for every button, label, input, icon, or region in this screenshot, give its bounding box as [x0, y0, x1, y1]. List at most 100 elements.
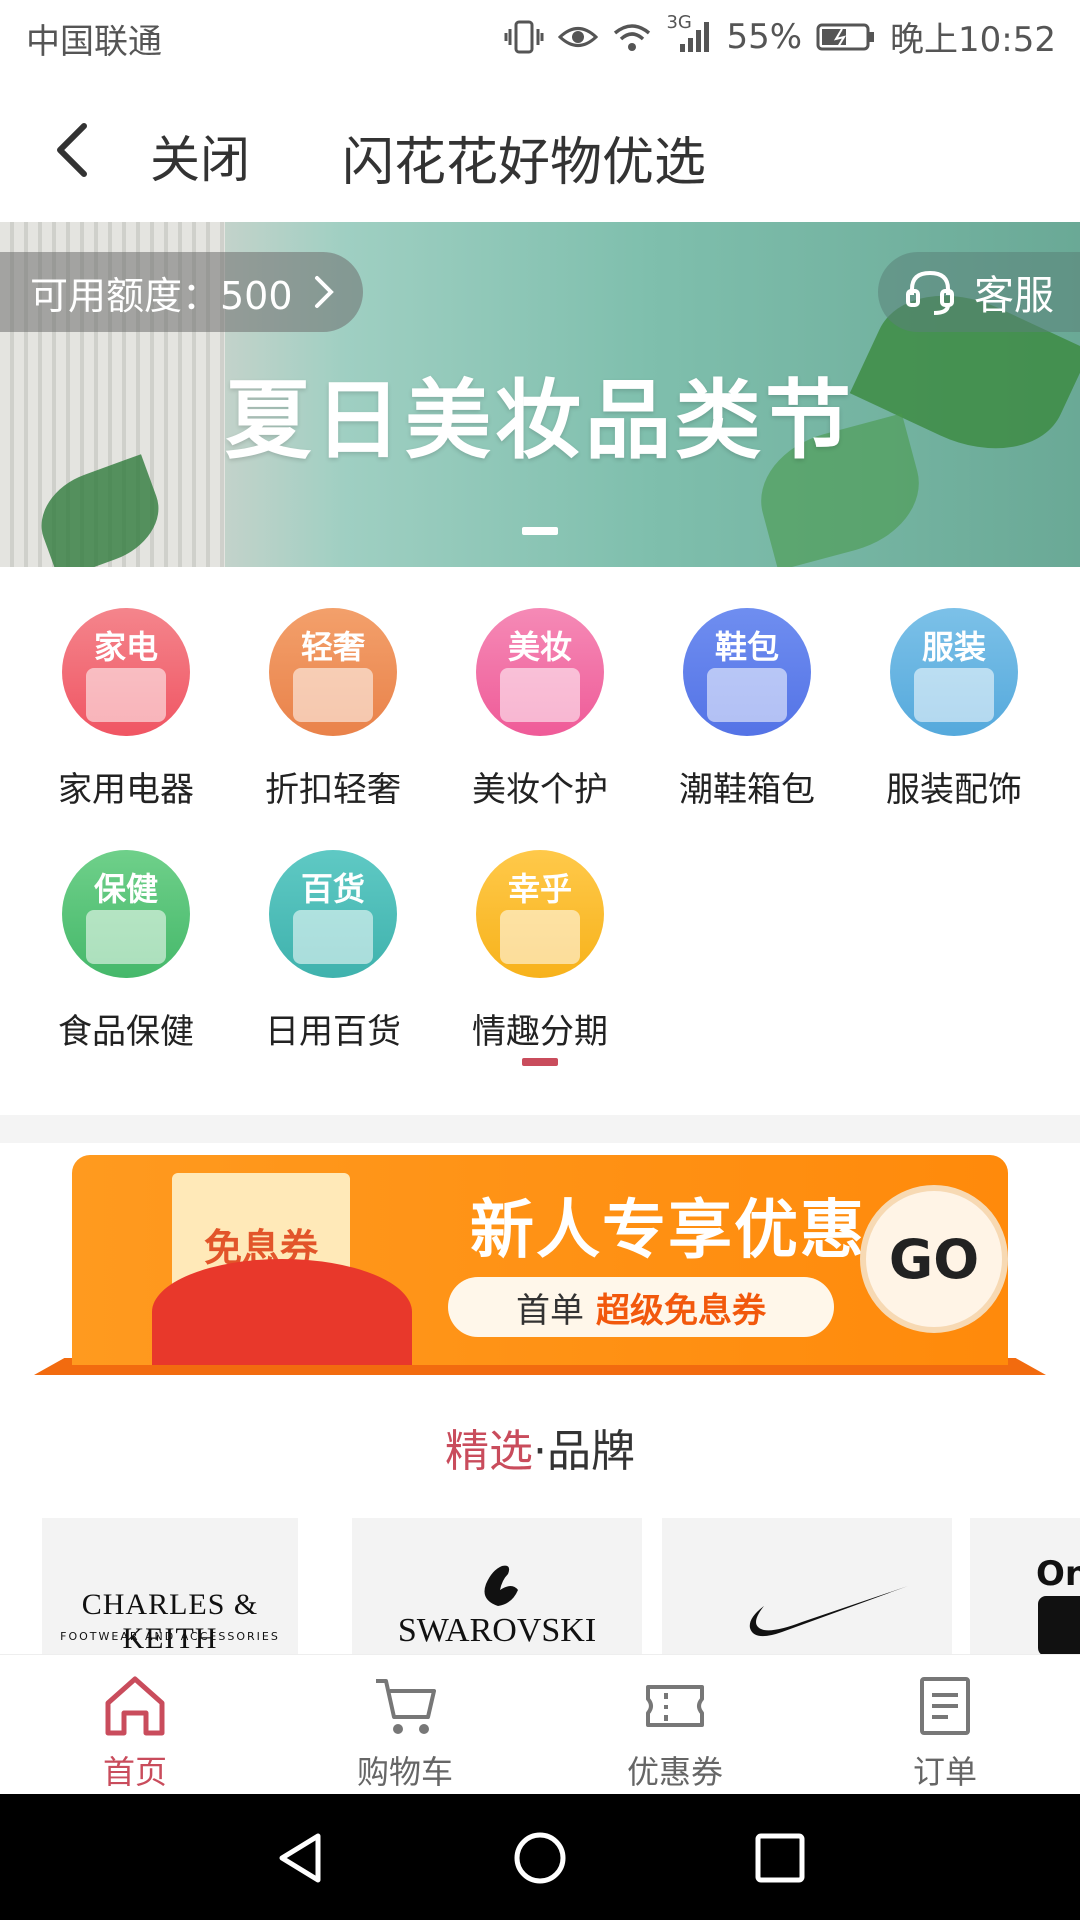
nav-home[interactable]: 首页 [0, 1655, 270, 1795]
wifi-icon [614, 23, 651, 51]
brands-heading-highlight: 精选 [445, 1426, 533, 1477]
brand-card-nike[interactable] [662, 1518, 952, 1654]
product-thumbnail [293, 910, 373, 964]
vibrate-icon [504, 20, 544, 53]
system-home-icon[interactable] [512, 1830, 568, 1886]
nav-orders[interactable]: 订单 [810, 1655, 1080, 1795]
category-icon: 家电 [62, 608, 190, 736]
home-icon [105, 1676, 165, 1736]
category-label: 情趣分期 [472, 1012, 608, 1052]
battery-icon [816, 23, 875, 50]
headset-icon [906, 270, 954, 315]
category-item[interactable]: 鞋包 潮鞋箱包 [657, 608, 837, 810]
product-thumbnail [500, 668, 580, 722]
brand-logo-block [1038, 1596, 1080, 1654]
coupon-icon [646, 1685, 704, 1727]
product-thumbnail [914, 668, 994, 722]
brands-heading-rest: ·品牌 [533, 1426, 635, 1477]
category-badge: 家电 [93, 628, 158, 666]
cart-icon [376, 1679, 436, 1734]
category-item[interactable]: 家电 家用电器 [36, 608, 216, 810]
signal-icon: 3G [666, 12, 712, 54]
status-icons: 3G 55% 晚上10:52 [504, 12, 1056, 61]
product-thumbnail [707, 668, 787, 722]
category-label: 服装配饰 [886, 770, 1022, 810]
customer-service-button[interactable]: 客服 [878, 252, 1080, 332]
category-label: 家用电器 [58, 770, 194, 810]
promo-heading: 新人专享优惠 [470, 1194, 866, 1268]
promo-subtitle-highlight: 超级免息券 [596, 1290, 766, 1331]
swan-logo-icon [484, 1565, 518, 1606]
nav-home-label: 首页 [102, 1753, 167, 1791]
category-badge: 轻奢 [300, 628, 365, 666]
battery-percent: 55% [726, 16, 803, 57]
category-icon: 轻奢 [269, 608, 397, 736]
nav-coupons[interactable]: 优惠券 [540, 1655, 810, 1795]
brand-card-charles-keith[interactable]: CHARLES & KEITH FOOTWEAR AND ACCESSORIES [42, 1518, 298, 1654]
go-button[interactable]: GO [860, 1185, 1008, 1333]
category-label: 食品保健 [58, 1012, 194, 1052]
carrier-name: 中国联通 [26, 22, 162, 62]
carousel-indicator [522, 527, 558, 535]
red-envelope-icon [152, 1259, 412, 1365]
order-icon [920, 1677, 970, 1735]
back-arrow-icon[interactable] [48, 118, 96, 182]
bottom-navigation: 首页 购物车 优惠券 订单 [0, 1654, 1080, 1795]
brands-heading: 精选·品牌 [0, 1415, 1080, 1479]
category-badge: 服装 [921, 628, 986, 666]
category-icon: 服装 [890, 608, 1018, 736]
category-badge: 百货 [300, 870, 365, 908]
category-page-indicator [522, 1058, 558, 1066]
brand-name: On [1036, 1554, 1080, 1594]
brand-card-swarovski[interactable]: SWAROVSKI [352, 1518, 642, 1654]
category-icon: 美妆 [476, 608, 604, 736]
category-label: 日用百货 [265, 1012, 401, 1052]
category-label: 折扣轻奢 [265, 770, 401, 810]
category-item[interactable]: 百货 日用百货 [243, 850, 423, 1052]
category-icon: 保健 [62, 850, 190, 978]
category-icon: 鞋包 [683, 608, 811, 736]
category-label: 美妆个护 [472, 770, 608, 810]
category-icon: 百货 [269, 850, 397, 978]
category-item[interactable]: 服装 服装配饰 [864, 608, 1044, 810]
brand-card-on[interactable]: On [970, 1518, 1080, 1654]
category-label: 潮鞋箱包 [679, 770, 815, 810]
banner-title: 夏日美妆品类节 [225, 371, 855, 471]
eye-icon [558, 26, 599, 47]
category-item[interactable]: 美妆 美妆个护 [450, 608, 630, 810]
chevron-right-icon [314, 276, 334, 308]
credit-limit-label: 可用额度：500 [30, 273, 293, 318]
category-item[interactable]: 轻奢 折扣轻奢 [243, 608, 423, 810]
nav-coupons-label: 优惠券 [626, 1753, 723, 1791]
category-badge: 幸乎 [507, 870, 572, 908]
category-item[interactable]: 保健 食品保健 [36, 850, 216, 1052]
nav-cart[interactable]: 购物车 [270, 1655, 540, 1795]
clock: 晚上10:52 [890, 20, 1056, 60]
system-back-icon[interactable] [274, 1830, 326, 1886]
category-item[interactable]: 幸乎 情趣分期 [450, 850, 630, 1052]
system-recents-icon[interactable] [754, 1832, 806, 1884]
brand-tagline: FOOTWEAR AND ACCESSORIES [60, 1630, 280, 1643]
new-user-promo-banner[interactable]: 免息券 新人专享优惠 首单 超级免息券 GO [34, 1155, 1046, 1375]
status-bar: 中国联通 3G 55% 晚上10:52 [0, 0, 1080, 78]
credit-limit-pill[interactable]: 可用额度：500 [0, 252, 363, 332]
promo-banner[interactable]: 可用额度：500 客服 夏日美妆品类节 [0, 222, 1080, 567]
brand-name: CHARLES & KEITH [81, 1588, 259, 1654]
section-divider [0, 1115, 1080, 1143]
promo-card: 免息券 新人专享优惠 首单 超级免息券 GO [72, 1155, 1008, 1365]
customer-service-label: 客服 [974, 273, 1054, 319]
promo-subtitle: 首单 超级免息券 [448, 1277, 834, 1337]
promo-subtitle-plain: 首单 [516, 1290, 584, 1331]
category-badge: 美妆 [507, 628, 572, 666]
nav-orders-label: 订单 [912, 1753, 977, 1791]
brand-name: SWAROVSKI [397, 1612, 597, 1649]
category-icon: 幸乎 [476, 850, 604, 978]
nike-swoosh-logo-icon [749, 1586, 908, 1637]
product-thumbnail [293, 668, 373, 722]
close-button[interactable]: 关闭 [150, 120, 250, 192]
category-badge: 鞋包 [714, 628, 779, 666]
product-thumbnail [86, 910, 166, 964]
category-badge: 保健 [93, 870, 158, 908]
title-bar: 关闭 闪花花好物优选 [0, 78, 1080, 222]
product-thumbnail [86, 668, 166, 722]
